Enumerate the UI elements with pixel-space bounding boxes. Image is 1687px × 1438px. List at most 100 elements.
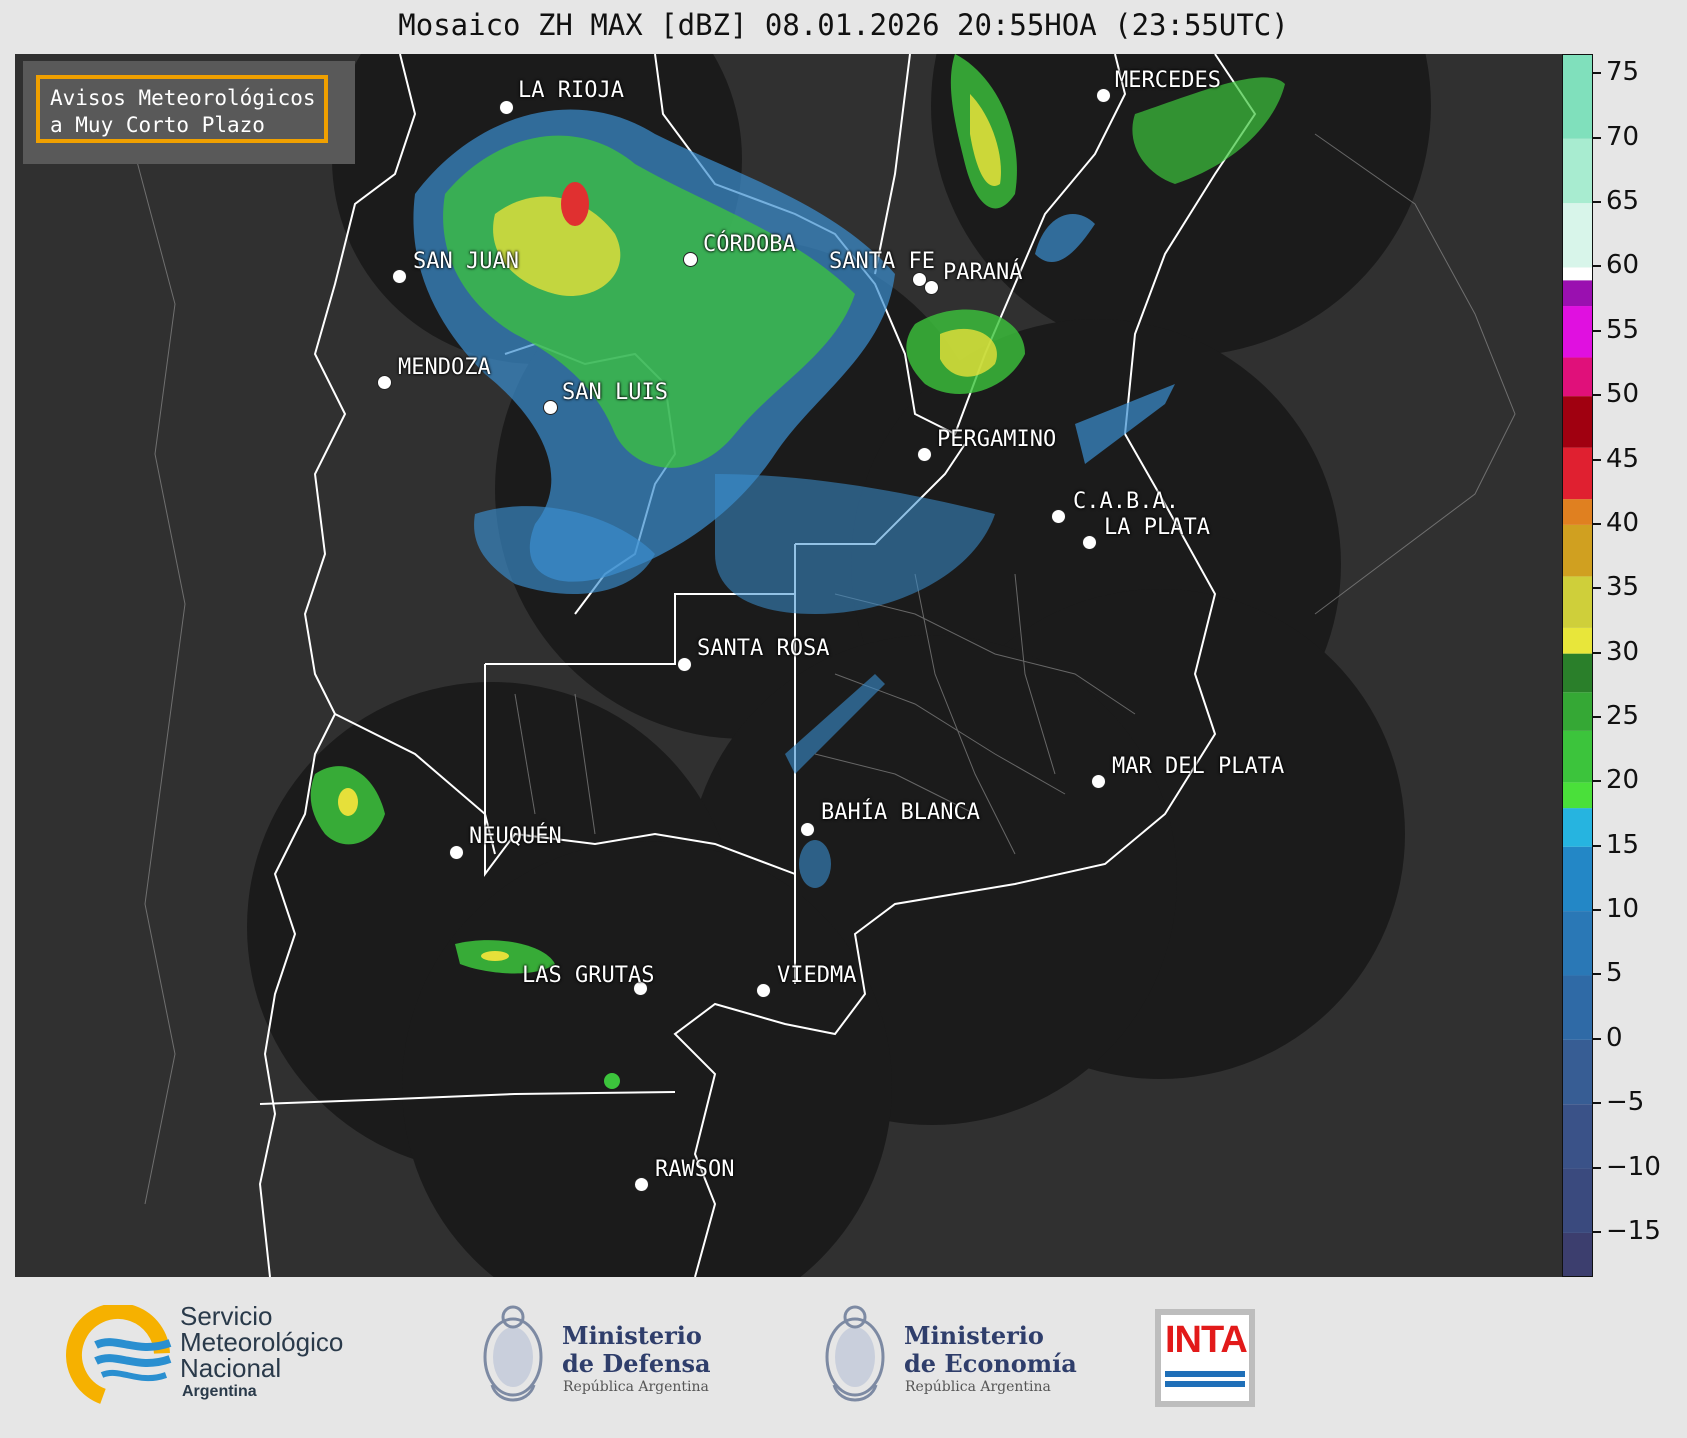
colorbar-tick <box>1593 458 1601 461</box>
coat-of-arms-icon <box>483 1305 543 1402</box>
colorbar-tick-label: 10 <box>1606 894 1640 925</box>
colorbar-band <box>1563 203 1592 268</box>
colorbar-tick <box>1593 973 1601 976</box>
city-marker-mendoza[interactable] <box>377 375 392 390</box>
defensa-logo-sub: República Argentina <box>563 1379 709 1395</box>
colorbar-band <box>1563 1104 1592 1169</box>
colorbar-band <box>1563 267 1592 281</box>
echo-zone-low <box>799 840 831 888</box>
inta-stripe <box>1165 1381 1245 1387</box>
city-marker-pergamino[interactable] <box>917 447 932 462</box>
inta-logo-panel: INTA <box>1161 1315 1249 1401</box>
colorbar-tick-label: 40 <box>1606 507 1640 538</box>
colorbar-band <box>1563 692 1592 731</box>
colorbar-band <box>1563 447 1592 500</box>
city-label-la-plata: LA PLATA <box>1104 515 1210 540</box>
colorbar-tick <box>1593 587 1601 590</box>
city-marker-rawson[interactable] <box>634 1177 649 1192</box>
colorbar-tick-label: 55 <box>1606 314 1640 345</box>
city-label-santa-rosa: SANTA ROSA <box>697 636 830 661</box>
colorbar-tick-label: 0 <box>1606 1022 1623 1053</box>
colorbar-tick-label: 5 <box>1606 958 1623 989</box>
colorbar-tick <box>1593 780 1601 783</box>
city-label-mendoza: MENDOZA <box>398 355 491 380</box>
colorbar-tick-label: 75 <box>1606 57 1640 88</box>
coat-of-arms-icon <box>825 1305 885 1402</box>
colorbar-band <box>1563 653 1592 693</box>
colorbar-gradient <box>1563 55 1592 1276</box>
city-marker-la-rioja[interactable] <box>499 100 514 115</box>
colorbar-tick <box>1593 1166 1601 1169</box>
colorbar-band <box>1563 306 1592 358</box>
colorbar-tick-label: −15 <box>1606 1215 1661 1246</box>
colorbar-tick-label: −10 <box>1606 1151 1661 1182</box>
city-label-mar-del-plata: MAR DEL PLATA <box>1112 754 1285 779</box>
colorbar-band <box>1563 280 1592 307</box>
city-marker-viedma[interactable] <box>756 983 771 998</box>
city-label-viedma: VIEDMA <box>777 963 857 988</box>
colorbar-tick <box>1593 909 1601 912</box>
echo-zone-max <box>561 182 589 226</box>
city-label-bahia-blanca: BAHÍA BLANCA <box>821 800 980 825</box>
colorbar-tick <box>1593 522 1601 525</box>
colorbar-band <box>1563 730 1592 783</box>
city-marker-mar-del-plata[interactable] <box>1091 774 1106 789</box>
city-label-pergamino: PERGAMINO <box>937 427 1057 452</box>
colorbar-band <box>1563 808 1592 847</box>
colorbar-tick-label: 50 <box>1606 379 1640 410</box>
colorbar-tick-label: 65 <box>1606 186 1640 217</box>
footer-logos: Servicio Meteorológico Nacional Argentin… <box>0 1277 1687 1438</box>
colorbar-tick <box>1593 136 1601 139</box>
smn-logo-icon <box>66 1305 172 1405</box>
city-marker-mercedes[interactable] <box>1096 88 1111 103</box>
colorbar-tick-label: 45 <box>1606 443 1640 474</box>
inta-logo-text: INTA <box>1165 1319 1248 1361</box>
dbz-colorbar <box>1562 54 1593 1277</box>
colorbar-tick <box>1593 1102 1601 1105</box>
radar-map[interactable]: Avisos Meteorológicos a Muy Corto Plazo … <box>15 54 1562 1277</box>
economia-logo-line1: Ministerio <box>904 1321 1044 1350</box>
map-title: Mosaico ZH MAX [dBZ] 08.01.2026 20:55HOA… <box>398 8 1289 42</box>
colorbar-tick-label: 70 <box>1606 121 1640 152</box>
smn-logo-line2: Meteorológico <box>180 1327 344 1357</box>
colorbar-tick-label: −5 <box>1606 1087 1645 1118</box>
colorbar-tick <box>1593 844 1601 847</box>
colorbar-band <box>1563 55 1592 139</box>
colorbar-band <box>1563 499 1592 525</box>
inta-stripe <box>1165 1371 1245 1377</box>
city-marker-san-luis[interactable] <box>543 400 558 415</box>
colorbar-band <box>1563 396 1592 448</box>
city-label-san-luis: SAN LUIS <box>562 380 668 405</box>
city-marker-parana[interactable] <box>924 280 939 295</box>
city-label-san-juan: SAN JUAN <box>413 249 519 274</box>
city-marker-santa-rosa[interactable] <box>677 657 692 672</box>
city-label-caba: C.A.B.A. <box>1073 489 1179 514</box>
colorbar-band <box>1563 524 1592 577</box>
echo-zone-high <box>338 788 358 816</box>
colorbar-tick <box>1593 72 1601 75</box>
warning-notice-panel: Avisos Meteorológicos a Muy Corto Plazo <box>23 61 355 164</box>
colorbar-band <box>1563 1168 1592 1233</box>
city-label-las-grutas: LAS GRUTAS <box>522 963 655 988</box>
city-label-la-rioja: LA RIOJA <box>518 78 624 103</box>
city-label-rawson: RAWSON <box>655 1157 735 1182</box>
colorbar-band <box>1563 138 1592 204</box>
colorbar-tick-label: 20 <box>1606 765 1640 796</box>
city-label-santa-fe: SANTA FE <box>829 249 935 274</box>
colorbar-band <box>1563 1232 1592 1276</box>
city-marker-cordoba[interactable] <box>683 252 698 267</box>
colorbar-tick-label: 60 <box>1606 250 1640 281</box>
city-marker-neuquen[interactable] <box>449 845 464 860</box>
colorbar-tick <box>1593 394 1601 397</box>
notice-line-2: a Muy Corto Plazo <box>50 113 265 137</box>
colorbar-tick-label: 35 <box>1606 572 1640 603</box>
city-marker-la-plata[interactable] <box>1082 535 1097 550</box>
city-marker-bahia-blanca[interactable] <box>800 822 815 837</box>
city-marker-caba[interactable] <box>1051 509 1066 524</box>
inta-logo: INTA <box>1155 1309 1255 1407</box>
city-marker-san-juan[interactable] <box>392 269 407 284</box>
echo-zone-mid <box>604 1073 620 1089</box>
colorbar-tick <box>1593 1230 1601 1233</box>
colorbar-tick <box>1593 201 1601 204</box>
colorbar-band <box>1563 975 1592 1040</box>
